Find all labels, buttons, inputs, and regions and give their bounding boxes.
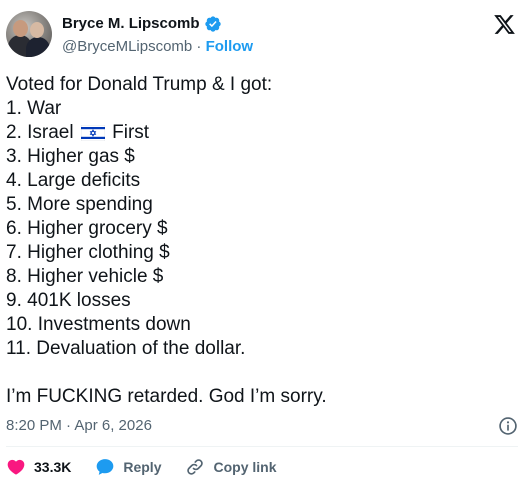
- info-icon[interactable]: [498, 416, 518, 436]
- tweet-line: 3. Higher gas $: [6, 146, 135, 167]
- tweet-header: Bryce M. Lipscomb @BryceMLipscomb · Foll…: [0, 0, 524, 70]
- heart-icon: [7, 459, 25, 475]
- separator: ·: [192, 38, 206, 55]
- tweet-line: 4. Large deficits: [6, 170, 141, 191]
- tweet-line: 5. More spending: [6, 194, 153, 215]
- reply-label: Reply: [123, 459, 162, 475]
- author-name[interactable]: Bryce M. Lipscomb: [62, 14, 200, 33]
- copy-link-button[interactable]: Copy link: [185, 457, 277, 477]
- tweet-line: 8. Higher vehicle $: [6, 266, 164, 287]
- reply-button[interactable]: Reply: [95, 457, 161, 477]
- link-icon: [187, 459, 204, 475]
- like-count: 33.3K: [34, 459, 72, 475]
- like-button[interactable]: 33.3K: [6, 457, 71, 477]
- tweet-line-text: First: [112, 122, 150, 143]
- author-handle[interactable]: @BryceMLipscomb: [62, 38, 192, 55]
- tweet-line: I’m FUCKING retarded. God I’m sorry.: [6, 386, 327, 407]
- tweet-line-text: 2. Israel: [6, 122, 74, 143]
- handle-row: @BryceMLipscomb · Follow: [62, 37, 253, 56]
- divider: [6, 446, 518, 447]
- verified-badge-icon: [204, 15, 221, 32]
- tweet-line: 1. War: [6, 98, 62, 119]
- tweet-line: 9. 401K losses: [6, 290, 131, 311]
- tweet-line: 6. Higher grocery $: [6, 218, 168, 239]
- x-logo-icon[interactable]: [493, 13, 516, 36]
- tweet-text: Voted for Donald Trump & I got: 1. War 2…: [6, 73, 518, 409]
- author-name-row[interactable]: Bryce M. Lipscomb: [62, 14, 222, 33]
- avatar[interactable]: [6, 11, 52, 57]
- action-bar: 33.3K Reply Copy link: [6, 455, 301, 479]
- copy-link-label: Copy link: [213, 459, 277, 475]
- reply-bubble-icon: [97, 459, 114, 475]
- tweet-timestamp[interactable]: 8:20 PM · Apr 6, 2026: [6, 416, 152, 436]
- israel-flag-icon: [80, 125, 105, 141]
- tweet-line: 11. Devaluation of the dollar.: [6, 338, 246, 359]
- follow-button[interactable]: Follow: [206, 38, 254, 55]
- tweet-line: 10. Investments down: [6, 314, 191, 335]
- tweet-line: 2. Israel First: [6, 121, 518, 145]
- tweet-line: Voted for Donald Trump & I got:: [6, 74, 273, 95]
- tweet-line: 7. Higher clothing $: [6, 242, 170, 263]
